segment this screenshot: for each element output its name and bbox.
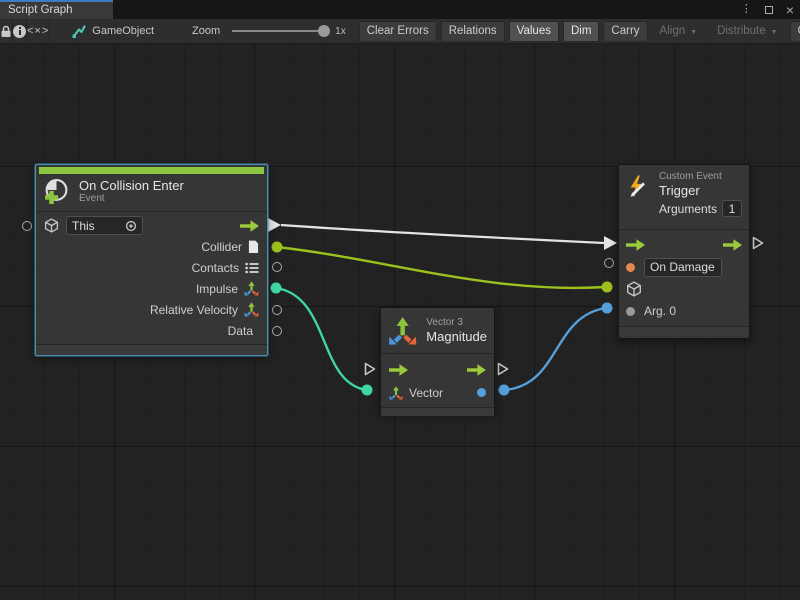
flow-in-arrow-icon[interactable] [389,364,408,376]
graph-toolbar: <×> GameObject Zoom 1x Clear Errors Rela… [0,19,800,44]
node-footer [619,326,749,336]
node-supertitle: Custom Event [659,171,742,183]
flow-out-port-triangle[interactable] [268,218,281,232]
event-accent-bar [39,167,264,174]
port-label-data: Data [228,324,253,338]
event-name-input-port[interactable] [604,258,614,268]
graph-canvas[interactable]: On Collision Enter Event This [0,44,800,600]
list-type-icon [245,262,259,274]
node-subtitle: Event [79,193,184,205]
event-name-value: On Damage [650,260,715,274]
carry-button[interactable]: Carry [603,21,647,42]
flow-out-arrow-icon[interactable] [467,364,486,376]
node-supertitle: Vector 3 [426,317,487,329]
flow-out-arrow-icon[interactable] [723,239,742,251]
maximize-icon[interactable] [765,6,773,14]
relative-velocity-output-port[interactable] [272,305,282,315]
lock-button[interactable] [0,19,13,44]
zoom-value: 1x [335,26,346,37]
node-footer [36,344,267,354]
vector3-type-icon [389,386,403,400]
node-title: Trigger [659,183,742,198]
node-trigger-custom-event[interactable]: Custom Event Trigger Arguments 1 [618,164,750,339]
arg0-port-dot[interactable] [602,303,613,314]
graph-owner-icon [72,24,86,38]
dim-toggle[interactable]: Dim [563,21,599,42]
flow-in-arrow-icon[interactable] [626,239,645,251]
float-output-dot[interactable] [477,388,486,397]
vector3-type-icon [244,302,259,317]
tab-bar: Script Graph ⋮ × [0,0,800,19]
collider-type-icon [248,240,259,254]
node-title: On Collision Enter [79,178,184,193]
wire-collider-to-target[interactable] [277,247,606,288]
event-name-field[interactable]: On Damage [644,258,722,277]
target-port-dot[interactable] [602,282,613,293]
arguments-count-field[interactable]: 1 [722,200,742,217]
script-graph-window: Script Graph ⋮ × <×> GameObject [0,0,800,600]
arg0-port-dot-inner[interactable] [626,307,635,316]
vector3-icon [388,316,417,346]
port-label-contacts: Contacts [192,261,239,275]
target-object-value: This [72,219,95,233]
port-label-vector: Vector [409,386,443,400]
trigger-flow-out-port[interactable] [752,236,764,250]
impulse-port-dot[interactable] [271,283,282,294]
magnitude-flow-in-port[interactable] [364,362,376,376]
relations-button[interactable]: Relations [441,21,505,42]
node-on-collision-enter[interactable]: On Collision Enter Event This [35,164,268,356]
tab-title: Script Graph [8,4,73,16]
info-icon [13,25,26,38]
arguments-label: Arguments [659,202,717,216]
code-view-button[interactable]: <×> [27,19,50,44]
distribute-dropdown[interactable]: Distribute▼ [709,21,786,42]
gameobject-cube-icon [44,218,59,233]
lock-icon [0,25,12,38]
graph-owner-label[interactable]: GameObject [92,25,154,37]
custom-event-icon [626,174,650,201]
overview-button[interactable]: Overview [790,21,800,42]
collision-event-icon [43,178,70,205]
node-title: Magnitude [426,329,487,344]
event-name-port-dot[interactable] [626,263,635,272]
wire-impulse-to-vector[interactable] [276,288,366,390]
gameobject-cube-icon [626,281,642,297]
vector3-type-icon [244,281,259,296]
port-label-impulse: Impulse [196,282,238,296]
object-picker-icon[interactable] [125,220,137,232]
wire-flow[interactable] [281,225,604,243]
values-toggle[interactable]: Values [509,21,559,42]
magnitude-out-port-dot[interactable] [499,385,510,396]
flow-in-port-arrowhead[interactable] [604,236,617,250]
align-dropdown[interactable]: Align▼ [652,21,706,42]
collider-port-dot[interactable] [272,242,283,253]
wire-magnitude-to-arg0[interactable] [504,308,606,390]
node-vector3-magnitude[interactable]: Vector 3 Magnitude Vector [380,307,495,413]
code-icon: <×> [27,25,49,37]
magnitude-flow-out-port[interactable] [497,362,509,376]
zoom-label: Zoom [192,25,220,37]
node-footer [381,407,494,416]
target-input-port[interactable] [22,221,32,231]
close-icon[interactable]: × [786,3,794,17]
contacts-output-port[interactable] [272,262,282,272]
flow-out-arrow-icon[interactable] [240,220,259,232]
chevron-down-icon: ▼ [690,29,697,36]
target-object-field[interactable]: This [66,216,143,235]
zoom-slider-handle[interactable] [318,25,330,37]
tab-script-graph[interactable]: Script Graph [0,0,113,19]
port-label-relative-velocity: Relative Velocity [150,303,238,317]
port-label-arg0: Arg. 0 [644,304,676,318]
vector-in-port-dot[interactable] [362,385,373,396]
data-output-port[interactable] [272,326,282,336]
window-menu-icon[interactable]: ⋮ [741,4,752,15]
port-label-collider: Collider [201,240,242,254]
inspect-button[interactable] [13,19,27,44]
clear-errors-button[interactable]: Clear Errors [359,21,437,42]
chevron-down-icon: ▼ [771,29,778,36]
arguments-count-value: 1 [729,202,736,216]
zoom-slider[interactable] [232,30,324,32]
